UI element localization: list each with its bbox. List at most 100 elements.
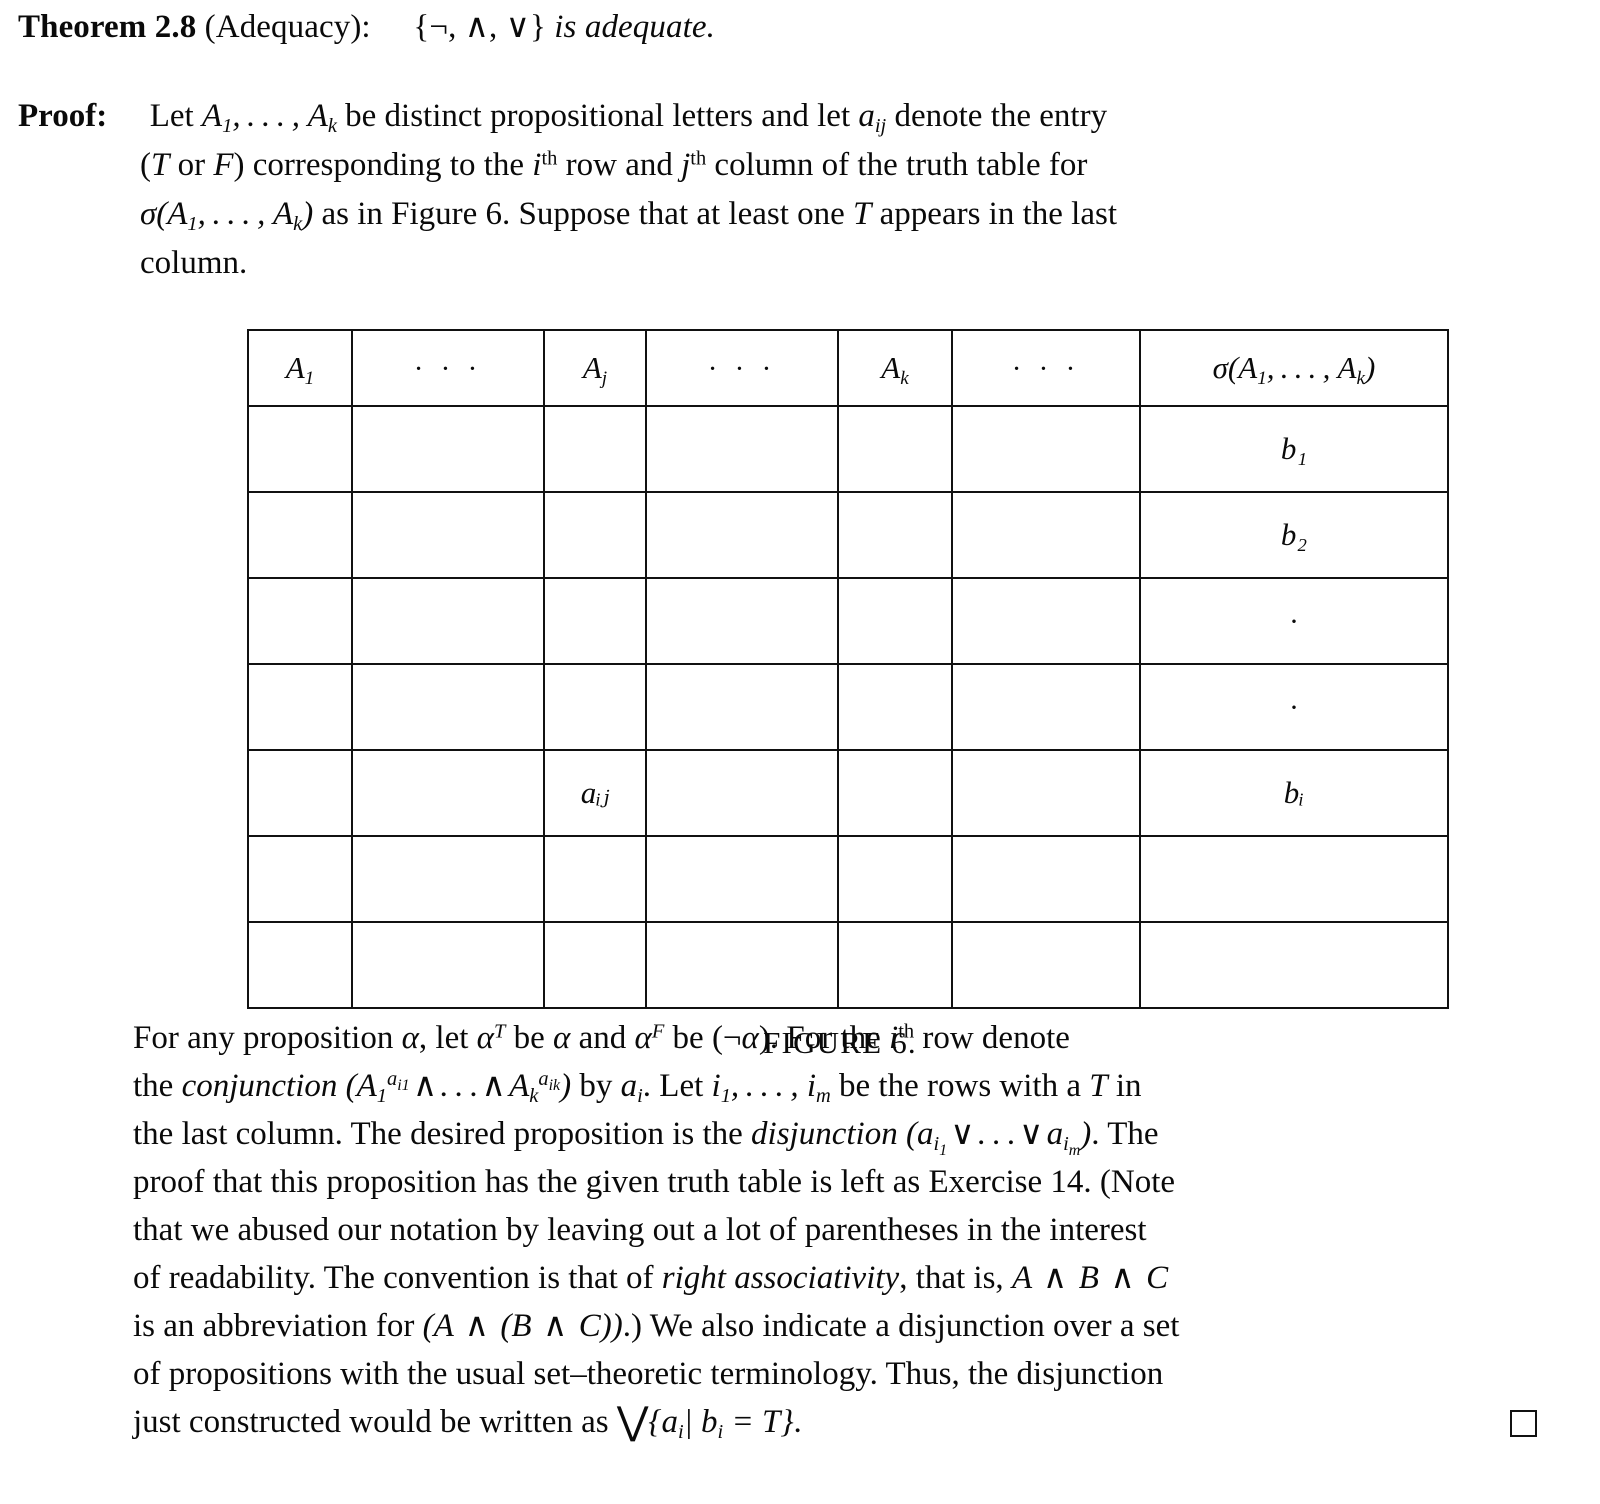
proof-text: denote the entry bbox=[894, 98, 1108, 134]
proof-text: column of the truth table for bbox=[714, 147, 1088, 183]
text: be (¬ bbox=[672, 1020, 742, 1056]
cell-bi: bᵢ bbox=[1139, 749, 1449, 837]
text: For any proposition bbox=[133, 1020, 394, 1056]
superscript-th: th bbox=[898, 1020, 915, 1043]
cell-empty bbox=[837, 577, 953, 665]
cell-empty bbox=[645, 491, 839, 579]
term-disjunction: disjunction bbox=[751, 1116, 898, 1152]
cell-empty bbox=[951, 835, 1141, 923]
table-header-row: A1 · · · Aj · · · Ak · · · σ(A1, . . . ,… bbox=[247, 329, 1449, 407]
math-disjunction-expr: (ai1∨. . .∨aim) bbox=[905, 1116, 1092, 1159]
text: of propositions with the usual set–theor… bbox=[133, 1356, 1164, 1392]
figure-6: A1 · · · Aj · · · Ak · · · σ(A1, . . . ,… bbox=[247, 329, 1449, 1061]
closing-line-5: that we abused our notation by leaving o… bbox=[133, 1206, 1533, 1254]
column-header-ellipsis-1: · · · bbox=[351, 329, 545, 407]
cell-b2: b₂ bbox=[1139, 491, 1449, 579]
math-alpha: α bbox=[553, 1020, 571, 1056]
closing-line-7: is an abbreviation for (A ∧ (B ∧ C)).) W… bbox=[133, 1302, 1533, 1350]
vertical-dot: · bbox=[1289, 605, 1299, 638]
cell-empty bbox=[837, 749, 953, 837]
table-row: b₁ bbox=[247, 405, 1449, 493]
cell-empty bbox=[543, 835, 647, 923]
column-header-sigma: σ(A1, . . . , Ak) bbox=[1139, 329, 1449, 407]
math-A-and-B-and-C-parens: (A ∧ (B ∧ C)) bbox=[422, 1308, 623, 1344]
cell-vertical-dot: · bbox=[1139, 663, 1449, 751]
math-i-th: ith bbox=[889, 1020, 915, 1056]
cell-empty bbox=[543, 663, 647, 751]
cell-empty bbox=[351, 491, 545, 579]
text: of readability. The convention is that o… bbox=[133, 1260, 654, 1296]
math-alpha: α bbox=[741, 1020, 759, 1056]
closing-line-3: the last column. The desired proposition… bbox=[133, 1110, 1533, 1158]
math-i-th: ith bbox=[532, 147, 558, 183]
cell-empty bbox=[951, 749, 1141, 837]
closing-line-9: just constructed would be written as ⋁{a… bbox=[133, 1398, 1537, 1446]
text: that we abused our notation by leaving o… bbox=[133, 1212, 1147, 1248]
column-header-A1: A1 bbox=[247, 329, 353, 407]
cell-aij: aᵢⱼ bbox=[543, 749, 647, 837]
math-i1-im: i1, . . . , im bbox=[711, 1068, 831, 1108]
theorem-statement: Theorem 2.8 (Adequacy): {¬, ∧, ∨} is ade… bbox=[18, 6, 1578, 46]
cell-empty bbox=[951, 577, 1141, 665]
closing-line-4: proof that this proposition has the give… bbox=[133, 1158, 1533, 1206]
cell-empty bbox=[247, 921, 353, 1009]
document-page: Theorem 2.8 (Adequacy): {¬, ∧, ∨} is ade… bbox=[0, 0, 1600, 1504]
cell-empty bbox=[247, 405, 353, 493]
cell-empty bbox=[351, 405, 545, 493]
cell-empty bbox=[645, 921, 839, 1009]
cell-empty bbox=[1139, 921, 1449, 1009]
proof-text: Let bbox=[149, 98, 194, 134]
proof-paragraph: Proof: Let A1, . . . , Ak be distinct pr… bbox=[18, 92, 1570, 288]
qed-box bbox=[1510, 1410, 1537, 1437]
cell-empty bbox=[543, 405, 647, 493]
math-A1-Ak: A1, . . . , Ak bbox=[201, 98, 337, 138]
proof-text: ) corresponding to the bbox=[233, 147, 525, 183]
proof-line-1: Proof: Let A1, . . . , Ak be distinct pr… bbox=[18, 92, 1570, 141]
term-conjunction: conjunction bbox=[181, 1068, 338, 1104]
math-A1: A1 bbox=[285, 350, 315, 389]
cell-empty bbox=[951, 405, 1141, 493]
math-alpha-T: αT bbox=[476, 1020, 506, 1056]
math-T: T bbox=[151, 147, 170, 183]
text: . The bbox=[1091, 1116, 1159, 1152]
cell-empty bbox=[645, 749, 839, 837]
math-T: T bbox=[1089, 1068, 1108, 1104]
text: be bbox=[513, 1020, 545, 1056]
closing-line-1: For any proposition α, let αT be α and α… bbox=[133, 1014, 1533, 1062]
cell-empty bbox=[951, 663, 1141, 751]
math-T: T bbox=[853, 196, 872, 232]
math-F: F bbox=[213, 147, 234, 183]
text: .) We also indicate a disjunction over a… bbox=[622, 1308, 1180, 1344]
column-header-ellipsis-3: · · · bbox=[951, 329, 1141, 407]
text: be the rows with a bbox=[839, 1068, 1081, 1104]
proof-label: Proof: bbox=[18, 98, 108, 134]
text: . bbox=[793, 1404, 802, 1440]
cell-empty bbox=[351, 921, 545, 1009]
text: , that is, bbox=[899, 1260, 1004, 1296]
math-ai: ai bbox=[620, 1068, 643, 1108]
column-header-Aj: Aj bbox=[543, 329, 647, 407]
cell-empty bbox=[645, 663, 839, 751]
table-row: aᵢⱼ bᵢ bbox=[247, 749, 1449, 837]
proof-text: ( bbox=[140, 147, 151, 183]
ellipsis: · · · bbox=[707, 353, 777, 385]
text: in bbox=[1115, 1068, 1142, 1104]
proof-text: as in Figure 6. Suppose that at least on… bbox=[321, 196, 845, 232]
closing-line-2: the conjunction (A1ai1∧. . .∧Akaik) by a… bbox=[133, 1062, 1533, 1110]
closing-line-8: of propositions with the usual set–theor… bbox=[133, 1350, 1533, 1398]
cell-empty bbox=[247, 749, 353, 837]
cell-b1: b₁ bbox=[1139, 405, 1449, 493]
proof-text: be distinct propositional letters and le… bbox=[345, 98, 851, 134]
cell-empty bbox=[951, 921, 1141, 1009]
cell-empty bbox=[351, 749, 545, 837]
math-aij: aij bbox=[858, 98, 887, 138]
cell-empty bbox=[837, 405, 953, 493]
superscript-th: th bbox=[541, 147, 558, 170]
proof-line-2: (T or F) corresponding to the ith row an… bbox=[18, 141, 1570, 190]
proof-line-4: column. bbox=[18, 239, 1570, 288]
cell-empty bbox=[645, 577, 839, 665]
proof-text: or bbox=[177, 147, 206, 183]
column-header-Ak: Ak bbox=[837, 329, 953, 407]
cell-empty bbox=[247, 835, 353, 923]
math-A-and-B-and-C: A ∧ B ∧ C bbox=[1011, 1260, 1169, 1296]
